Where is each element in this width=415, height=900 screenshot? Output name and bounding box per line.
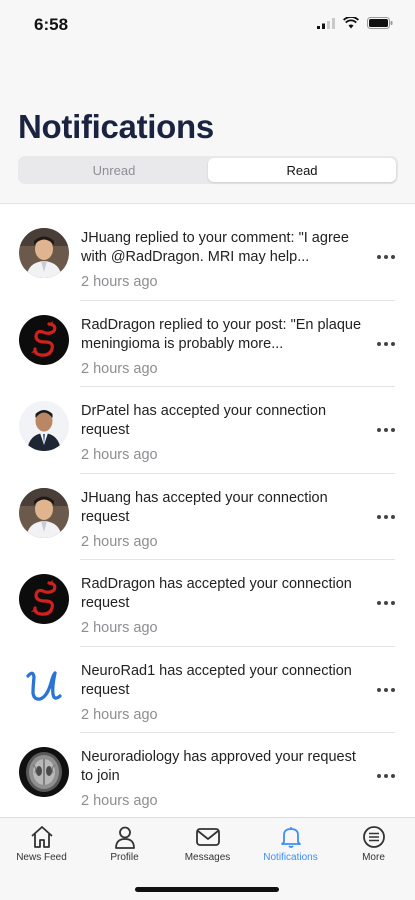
avatar xyxy=(19,747,69,797)
tab-more[interactable]: More xyxy=(332,818,415,900)
tab-label: Notifications xyxy=(263,852,318,863)
notification-message: RadDragon has accepted your connection r… xyxy=(81,576,352,611)
tab-label: Profile xyxy=(110,852,139,863)
status-time: 6:58 xyxy=(34,15,69,34)
more-options-icon[interactable] xyxy=(377,255,395,259)
signal-icon xyxy=(317,17,335,29)
notification-content: JHuang replied to your comment: "I agree… xyxy=(81,229,371,290)
wifi-icon xyxy=(343,17,359,29)
tab-bar: News Feed Profile Messages Notifications… xyxy=(0,817,415,900)
neurorad-u-logo-icon xyxy=(19,660,69,711)
avatar xyxy=(19,228,69,278)
avatar xyxy=(19,401,69,451)
tab-read[interactable]: Read xyxy=(208,158,396,182)
envelope-icon xyxy=(195,828,220,846)
notification-time: 2 hours ago xyxy=(81,533,158,550)
tab-label: More xyxy=(362,852,385,863)
avatar xyxy=(19,314,69,365)
menu-icon xyxy=(362,826,385,848)
notification-time: 2 hours ago xyxy=(81,447,158,463)
person-icon xyxy=(114,826,135,849)
header: Notifications Unread Read xyxy=(0,50,415,204)
brain-scan-icon xyxy=(19,747,69,797)
read-filter-segmented-control: Unread Read xyxy=(18,156,398,184)
avatar xyxy=(19,487,69,538)
notification-item[interactable]: NeuroRad1 has accepted your connection r… xyxy=(0,647,415,734)
notification-message: JHuang has accepted your connection requ… xyxy=(81,489,328,525)
notification-message: Neuroradiology has approved your request… xyxy=(81,749,356,784)
more-options-icon[interactable] xyxy=(377,601,395,605)
notification-time: 2 hours ago xyxy=(81,620,158,636)
page-title: Notifications xyxy=(18,108,214,145)
more-options-icon[interactable] xyxy=(377,428,395,432)
notification-item[interactable]: RadDragon has accepted your connection r… xyxy=(0,560,415,647)
notification-time: 2 hours ago xyxy=(81,360,158,377)
tab-label: Messages xyxy=(184,852,231,863)
bell-icon xyxy=(280,827,301,848)
notification-content: RadDragon replied to your post: "En plaq… xyxy=(81,316,371,377)
notification-content: RadDragon has accepted your connection r… xyxy=(81,575,371,636)
notification-list: JHuang replied to your comment: "I agree… xyxy=(0,214,415,820)
notification-message: NeuroRad1 has accepted your connection r… xyxy=(81,662,352,698)
more-options-icon[interactable] xyxy=(377,774,395,778)
tab-unread[interactable]: Unread xyxy=(20,158,208,182)
notification-content: Neuroradiology has approved your request… xyxy=(81,748,371,809)
notification-item[interactable]: JHuang replied to your comment: "I agree… xyxy=(0,214,415,301)
more-options-icon[interactable] xyxy=(377,514,395,519)
status-bar: 6:58 xyxy=(0,0,415,50)
more-options-icon[interactable] xyxy=(377,341,395,346)
notification-content: JHuang has accepted your connection requ… xyxy=(81,489,371,550)
dragon-logo-icon xyxy=(19,314,69,365)
jhuang-avatar-icon xyxy=(19,228,69,278)
notification-message: RadDragon replied to your post: "En plaq… xyxy=(81,316,362,352)
notification-content: DrPatel has accepted your connection req… xyxy=(81,402,371,463)
notification-message: JHuang replied to your comment: "I agree… xyxy=(81,230,349,265)
home-indicator xyxy=(135,887,279,892)
notification-time: 2 hours ago xyxy=(81,793,158,809)
home-icon xyxy=(30,826,53,848)
notification-item[interactable]: JHuang has accepted your connection requ… xyxy=(0,474,415,561)
tab-news-feed[interactable]: News Feed xyxy=(0,818,83,900)
notification-content: NeuroRad1 has accepted your connection r… xyxy=(81,662,371,723)
notification-item[interactable]: RadDragon replied to your post: "En plaq… xyxy=(0,301,415,388)
tab-label: News Feed xyxy=(16,852,67,863)
battery-icon xyxy=(367,17,393,29)
jhuang-avatar-icon xyxy=(19,487,69,538)
status-icons xyxy=(317,17,393,29)
avatar xyxy=(19,660,69,711)
avatar xyxy=(19,574,69,624)
dragon-logo-icon xyxy=(19,574,69,624)
notification-time: 2 hours ago xyxy=(81,274,158,290)
notification-message: DrPatel has accepted your connection req… xyxy=(81,403,327,438)
notification-item[interactable]: Neuroradiology has approved your request… xyxy=(0,733,415,820)
notification-time: 2 hours ago xyxy=(81,706,158,723)
more-options-icon[interactable] xyxy=(377,687,395,692)
drpatel-avatar-icon xyxy=(19,401,69,451)
notification-item[interactable]: DrPatel has accepted your connection req… xyxy=(0,387,415,474)
